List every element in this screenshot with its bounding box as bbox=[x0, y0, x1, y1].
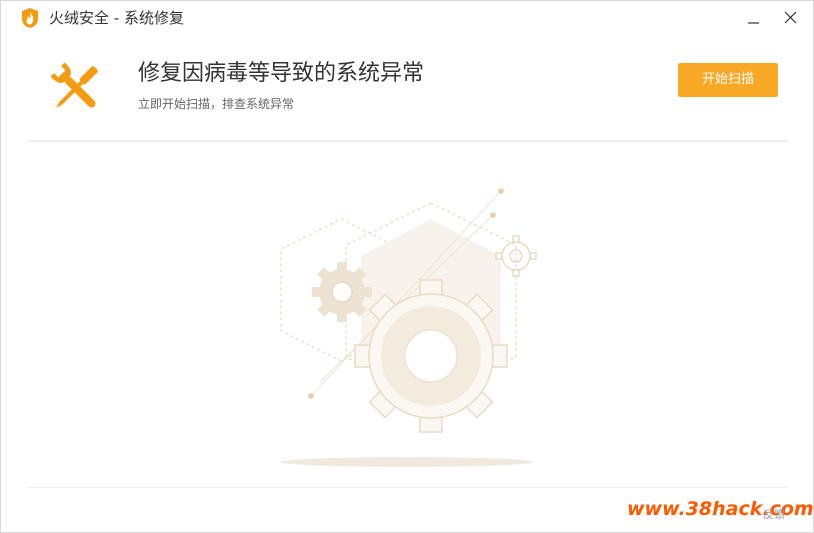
app-window: 火绒安全 - 系统修复 修复因病毒等导致的系统异常 立即开始扫描，排查系统异常 … bbox=[0, 0, 814, 533]
header-divider bbox=[27, 140, 788, 142]
window-title: 火绒安全 - 系统修复 bbox=[49, 9, 184, 27]
watermark-text: www.38hack.com bbox=[627, 498, 814, 520]
page-headline: 修复因病毒等导致的系统异常 bbox=[138, 61, 425, 86]
title-bar[interactable]: 火绒安全 - 系统修复 bbox=[1, 1, 813, 35]
footer-divider bbox=[27, 487, 788, 488]
minimize-icon[interactable] bbox=[743, 7, 765, 29]
huorong-logo-icon bbox=[22, 8, 38, 28]
close-icon[interactable] bbox=[780, 7, 802, 29]
page-subline: 立即开始扫描，排查系统异常 bbox=[138, 97, 295, 111]
feedback-link[interactable]: 反馈 bbox=[763, 506, 785, 522]
wrench-screwdriver-icon bbox=[50, 62, 98, 108]
start-scan-button[interactable]: 开始扫描 bbox=[678, 63, 778, 97]
gears-illustration bbox=[280, 188, 537, 467]
